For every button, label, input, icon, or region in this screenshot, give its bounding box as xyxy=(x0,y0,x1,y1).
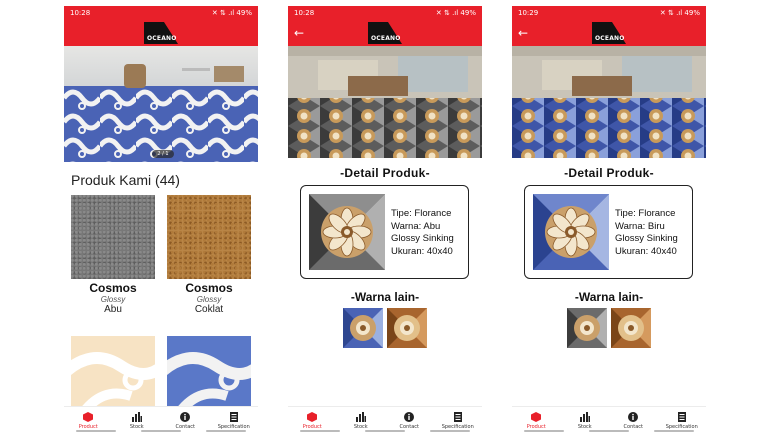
spec-size: Ukuran: 40x40 xyxy=(615,245,677,257)
system-nav-bar xyxy=(64,430,258,432)
system-nav-bar xyxy=(512,430,706,432)
status-time: 10:29 xyxy=(518,9,539,17)
color-variant-thumbnail[interactable] xyxy=(611,308,651,348)
product-detail-screen-abu: 10:28 ✕ ⇅ .ıl 49% ← OCEANO -Detail Produ… xyxy=(288,6,482,434)
box-icon xyxy=(307,411,318,422)
product-color: Coklat xyxy=(194,304,224,315)
room-preview-image xyxy=(288,46,482,158)
box-icon xyxy=(531,411,542,422)
product-color: Abu xyxy=(104,304,122,315)
spec-type: Tipe: Florance xyxy=(391,208,452,219)
screenshot-stage: 10:28 ✕ ⇅ .ıl 49% OCEANO 2 / 1 Produk Ka… xyxy=(0,0,770,440)
color-variant-thumbnail[interactable] xyxy=(343,308,383,348)
app-bar: OCEANO xyxy=(64,20,258,46)
back-arrow-icon[interactable]: ← xyxy=(294,26,308,40)
product-finish: Glossy xyxy=(196,295,222,304)
detail-heading: -Detail Produk- xyxy=(564,166,654,180)
back-arrow-icon[interactable]: ← xyxy=(518,26,532,40)
app-bar: ← OCEANO xyxy=(512,20,706,46)
product-card[interactable]: Cosmos Glossy Abu xyxy=(71,195,155,315)
app-bar: ← OCEANO xyxy=(288,20,482,46)
brand-logo: OCEANO xyxy=(368,22,402,44)
bar-chart-icon xyxy=(579,411,590,422)
tile-image xyxy=(533,194,609,270)
product-list-screen: 10:28 ✕ ⇅ .ıl 49% OCEANO 2 / 1 Produk Ka… xyxy=(64,6,258,434)
banner-image[interactable]: 2 / 1 xyxy=(64,46,258,162)
detail-card: Tipe: Florance Warna: Biru Glossy Sinkin… xyxy=(524,185,693,279)
info-icon xyxy=(180,411,191,422)
spec-list: Tipe: Florance Warna: Abu Glossy Sinking… xyxy=(391,208,454,258)
brand-logo: OCEANO xyxy=(144,22,178,44)
bar-chart-icon xyxy=(131,411,142,422)
brand-logo: OCEANO xyxy=(592,22,626,44)
product-detail-screen-biru: 10:29 ✕ ⇅ .ıl 49% ← OCEANO -Detail Produ… xyxy=(512,6,706,434)
detail-heading: -Detail Produk- xyxy=(340,166,430,180)
other-colors-heading: -Warna lain- xyxy=(350,290,420,304)
status-bar: 10:28 ✕ ⇅ .ıl 49% xyxy=(64,6,258,20)
color-variant-thumbnail[interactable] xyxy=(567,308,607,348)
banner-page-indicator: 2 / 1 xyxy=(152,150,174,158)
document-icon xyxy=(453,411,462,422)
box-icon xyxy=(83,411,94,422)
spec-size: Ukuran: 40x40 xyxy=(391,245,453,257)
bar-chart-icon xyxy=(355,411,366,422)
spec-finish: Glossy Sinking xyxy=(615,233,678,244)
section-title: Produk Kami (44) xyxy=(71,172,180,188)
product-card[interactable]: Cosmos Glossy Coklat xyxy=(167,195,251,315)
tile-image xyxy=(309,194,385,270)
product-image xyxy=(64,336,176,419)
spec-list: Tipe: Florance Warna: Biru Glossy Sinkin… xyxy=(615,208,678,258)
spec-finish: Glossy Sinking xyxy=(391,233,454,244)
product-name: Cosmos xyxy=(89,281,137,295)
detail-card: Tipe: Florance Warna: Abu Glossy Sinking… xyxy=(300,185,469,279)
color-variant-thumbnail[interactable] xyxy=(387,308,427,348)
product-image xyxy=(71,195,155,279)
product-name: Cosmos xyxy=(185,281,233,295)
document-icon xyxy=(229,411,238,422)
status-bar: 10:28 ✕ ⇅ .ıl 49% xyxy=(288,6,482,20)
spec-color: Warna: Abu xyxy=(391,220,441,232)
status-indicators: ✕ ⇅ .ıl 49% xyxy=(211,9,252,17)
room-preview-image xyxy=(512,46,706,158)
status-time: 10:28 xyxy=(70,9,91,17)
spec-type: Tipe: Florance xyxy=(615,208,676,219)
status-indicators: ✕ ⇅ .ıl 49% xyxy=(659,9,700,17)
product-finish: Glossy xyxy=(100,295,126,304)
system-nav-bar xyxy=(288,430,482,432)
status-time: 10:28 xyxy=(294,9,315,17)
product-image xyxy=(167,195,251,279)
info-icon xyxy=(404,411,415,422)
spec-color: Warna: Biru xyxy=(615,220,665,232)
status-indicators: ✕ ⇅ .ıl 49% xyxy=(435,9,476,17)
product-image xyxy=(152,336,258,419)
info-icon xyxy=(628,411,639,422)
document-icon xyxy=(677,411,686,422)
status-bar: 10:29 ✕ ⇅ .ıl 49% xyxy=(512,6,706,20)
other-colors-heading: -Warna lain- xyxy=(574,290,644,304)
